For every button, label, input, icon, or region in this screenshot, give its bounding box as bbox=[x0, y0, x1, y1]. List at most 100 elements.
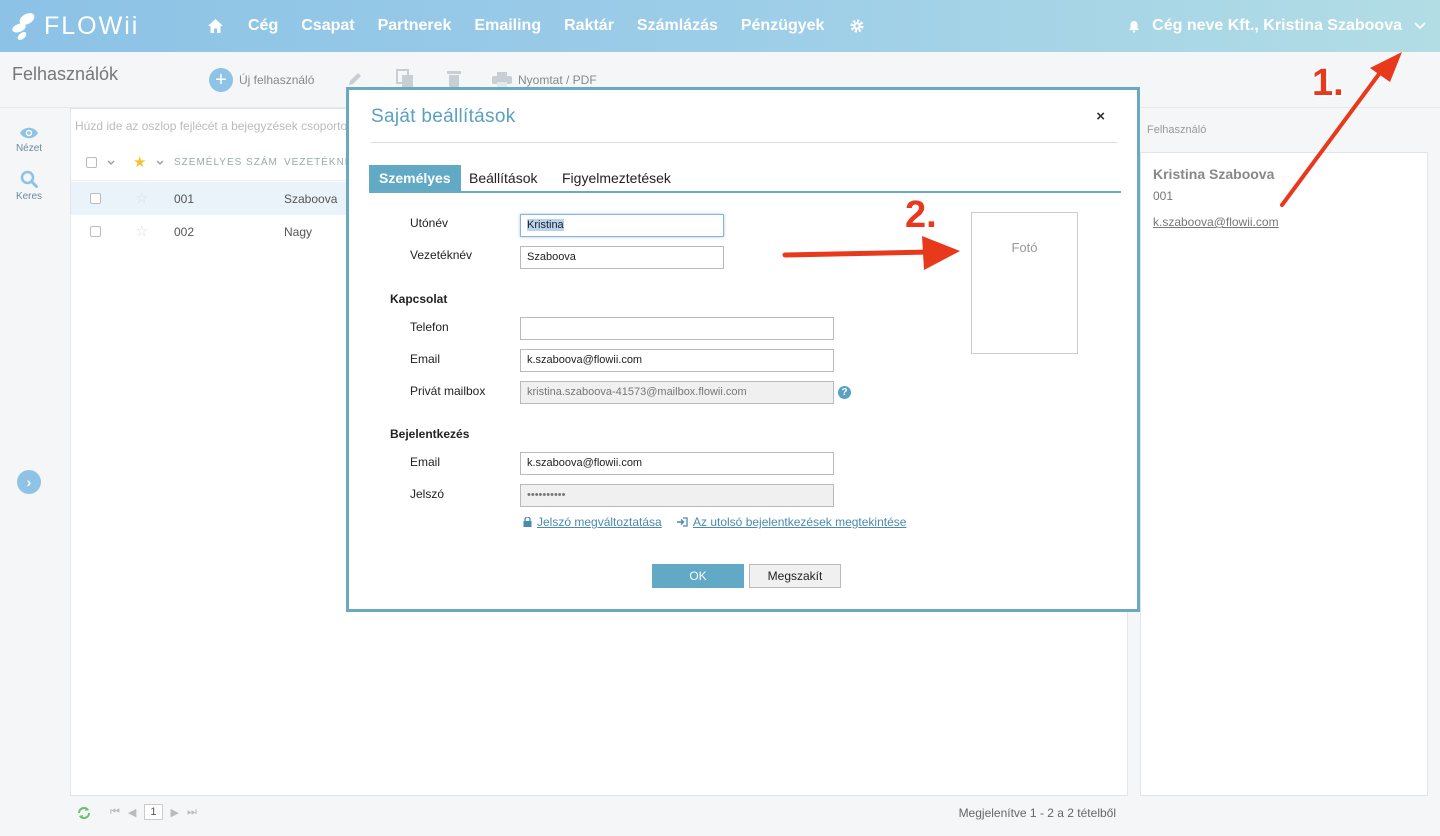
search-button[interactable]: Keres bbox=[0, 170, 58, 202]
lastname-label: Vezetéknév bbox=[410, 248, 473, 262]
row-lastname: Szaboova bbox=[284, 192, 338, 206]
brand-name: FLOWii bbox=[44, 11, 140, 40]
nav-item-emailing[interactable]: Emailing bbox=[474, 17, 541, 35]
print-button[interactable]: Nyomtat / PDF bbox=[492, 72, 597, 88]
edit-button[interactable] bbox=[346, 70, 364, 88]
close-icon[interactable]: × bbox=[1096, 108, 1105, 125]
search-icon bbox=[20, 170, 38, 188]
first-page-icon[interactable]: ⏮ bbox=[110, 806, 120, 819]
print-label: Nyomtat / PDF bbox=[518, 73, 597, 87]
flower-logo-icon bbox=[12, 13, 35, 40]
chevron-down-icon[interactable] bbox=[107, 160, 115, 166]
phone-label: Telefon bbox=[410, 320, 449, 334]
last-logins-link[interactable]: Az utolsó bejelentkezések megtekintése bbox=[677, 515, 906, 529]
chevron-down-icon[interactable] bbox=[1414, 22, 1426, 30]
change-password-link[interactable]: Jelszó megváltoztatása bbox=[523, 515, 662, 529]
page-number[interactable]: 1 bbox=[144, 804, 163, 820]
annotation-step-2: 2. bbox=[905, 194, 937, 236]
detail-number: 001 bbox=[1153, 189, 1174, 203]
login-email-label: Email bbox=[410, 455, 441, 469]
star-icon[interactable]: ★ bbox=[133, 153, 146, 171]
select-all-checkbox[interactable] bbox=[86, 157, 97, 168]
photo-upload-box[interactable]: Fotó bbox=[971, 212, 1078, 354]
main-menu: Cég Csapat Partnerek Emailing Raktár Szá… bbox=[205, 0, 867, 52]
nav-item-company[interactable]: Cég bbox=[248, 17, 278, 35]
chevron-down-icon[interactable] bbox=[156, 160, 164, 166]
dialog-tabs: Személyes Beállítások Figyelmeztetések bbox=[369, 163, 1121, 193]
star-icon[interactable]: ☆ bbox=[135, 222, 148, 240]
own-settings-dialog: Saját beállítások × Személyes Beállításo… bbox=[346, 87, 1140, 612]
email-label: Email bbox=[410, 352, 441, 366]
row-number: 002 bbox=[174, 225, 195, 239]
sign-in-icon bbox=[677, 517, 688, 527]
new-user-label: Új felhasználó bbox=[239, 73, 315, 87]
trash-icon bbox=[447, 71, 461, 87]
row-checkbox[interactable] bbox=[90, 193, 101, 204]
cancel-button[interactable]: Megszakít bbox=[749, 564, 841, 588]
login-email-field[interactable]: k.szaboova@flowii.com bbox=[520, 452, 834, 475]
view-button[interactable]: Nézet bbox=[0, 126, 58, 154]
last-page-icon[interactable]: ⏭ bbox=[187, 806, 197, 819]
row-lastname: Nagy bbox=[284, 225, 313, 239]
tab-settings[interactable]: Beállítások bbox=[459, 165, 547, 191]
pencil-icon bbox=[349, 73, 361, 85]
last-logins-label: Az utolsó bejelentkezések megtekintése bbox=[693, 515, 907, 529]
top-navigation-bar: FLOWii Cég Csapat Partnerek Emailing Rak… bbox=[0, 0, 1440, 52]
delete-button[interactable] bbox=[446, 69, 462, 88]
nav-item-invoicing[interactable]: Számlázás bbox=[637, 17, 718, 35]
annotation-step-1: 1. bbox=[1312, 62, 1344, 104]
eye-icon bbox=[20, 127, 38, 139]
help-icon[interactable]: ? bbox=[838, 386, 851, 399]
user-detail-panel: Kristina Szaboova 001 k.szaboova@flowii.… bbox=[1140, 152, 1428, 796]
nav-item-partners[interactable]: Partnerek bbox=[378, 17, 452, 35]
tab-personal[interactable]: Személyes bbox=[369, 165, 461, 191]
ok-button[interactable]: OK bbox=[652, 564, 744, 588]
email-field[interactable]: k.szaboova@flowii.com bbox=[520, 349, 834, 372]
photo-label: Fotó bbox=[1011, 240, 1038, 255]
nav-item-warehouse[interactable]: Raktár bbox=[564, 17, 614, 35]
view-label: Nézet bbox=[15, 143, 43, 154]
lastname-field[interactable]: Szaboova bbox=[520, 246, 724, 269]
firstname-field[interactable]: Kristina bbox=[520, 214, 724, 237]
mailbox-field: kristina.szaboova-41573@mailbox.flowii.c… bbox=[520, 381, 834, 404]
password-label: Jelszó bbox=[410, 487, 445, 501]
copy-button[interactable] bbox=[396, 69, 414, 89]
phone-field[interactable] bbox=[520, 317, 834, 340]
home-icon[interactable] bbox=[205, 16, 225, 36]
page-title: Felhasználók bbox=[12, 64, 119, 84]
prev-page-icon[interactable]: ◀ bbox=[128, 806, 136, 819]
star-icon[interactable]: ☆ bbox=[135, 189, 148, 207]
nav-item-finances[interactable]: Pénzügyek bbox=[741, 17, 825, 35]
flowii-logo[interactable]: FLOWii bbox=[12, 8, 139, 44]
left-rail: Nézet Keres › bbox=[0, 108, 58, 836]
row-number: 001 bbox=[174, 192, 195, 206]
nav-item-team[interactable]: Csapat bbox=[301, 17, 354, 35]
search-label: Keres bbox=[15, 191, 43, 202]
dialog-divider bbox=[371, 142, 1117, 143]
row-checkbox[interactable] bbox=[90, 226, 101, 237]
pager: ⏮ ◀ 1 ▶ ⏭ bbox=[110, 804, 197, 820]
gear-icon[interactable] bbox=[847, 16, 867, 36]
tab-notifications[interactable]: Figyelmeztetések bbox=[552, 165, 681, 191]
refresh-icon[interactable] bbox=[77, 806, 91, 820]
column-header-number[interactable]: SZEMÉLYES SZÁM bbox=[174, 157, 278, 168]
mailbox-label: Privát mailbox bbox=[410, 384, 486, 398]
grid-footer: ⏮ ◀ 1 ▶ ⏭ Megjelenítve 1 - 2 a 2 tételbő… bbox=[70, 800, 1440, 828]
user-label[interactable]: Cég neve Kft., Kristina Szaboova bbox=[1152, 17, 1402, 35]
bell-icon[interactable] bbox=[1128, 20, 1140, 33]
lock-icon bbox=[523, 517, 532, 527]
next-page-icon[interactable]: ▶ bbox=[171, 806, 179, 819]
expand-panel-button[interactable]: › bbox=[17, 470, 41, 494]
pagination-info: Megjelenítve 1 - 2 a 2 tételből bbox=[958, 806, 1116, 820]
change-password-label: Jelszó megváltoztatása bbox=[537, 515, 662, 529]
contact-section-title: Kapcsolat bbox=[390, 292, 448, 306]
plus-icon: + bbox=[209, 68, 233, 92]
dialog-title: Saját beállítások bbox=[371, 106, 516, 127]
new-user-button[interactable]: + Új felhasználó bbox=[209, 68, 314, 92]
detail-email-link[interactable]: k.szaboova@flowii.com bbox=[1153, 215, 1279, 229]
firstname-value: Kristina bbox=[527, 219, 564, 231]
firstname-label: Utónév bbox=[410, 216, 449, 230]
user-menu[interactable]: Cég neve Kft., Kristina Szaboova bbox=[1128, 0, 1426, 52]
printer-icon bbox=[492, 72, 512, 88]
copy-icon bbox=[396, 69, 413, 88]
